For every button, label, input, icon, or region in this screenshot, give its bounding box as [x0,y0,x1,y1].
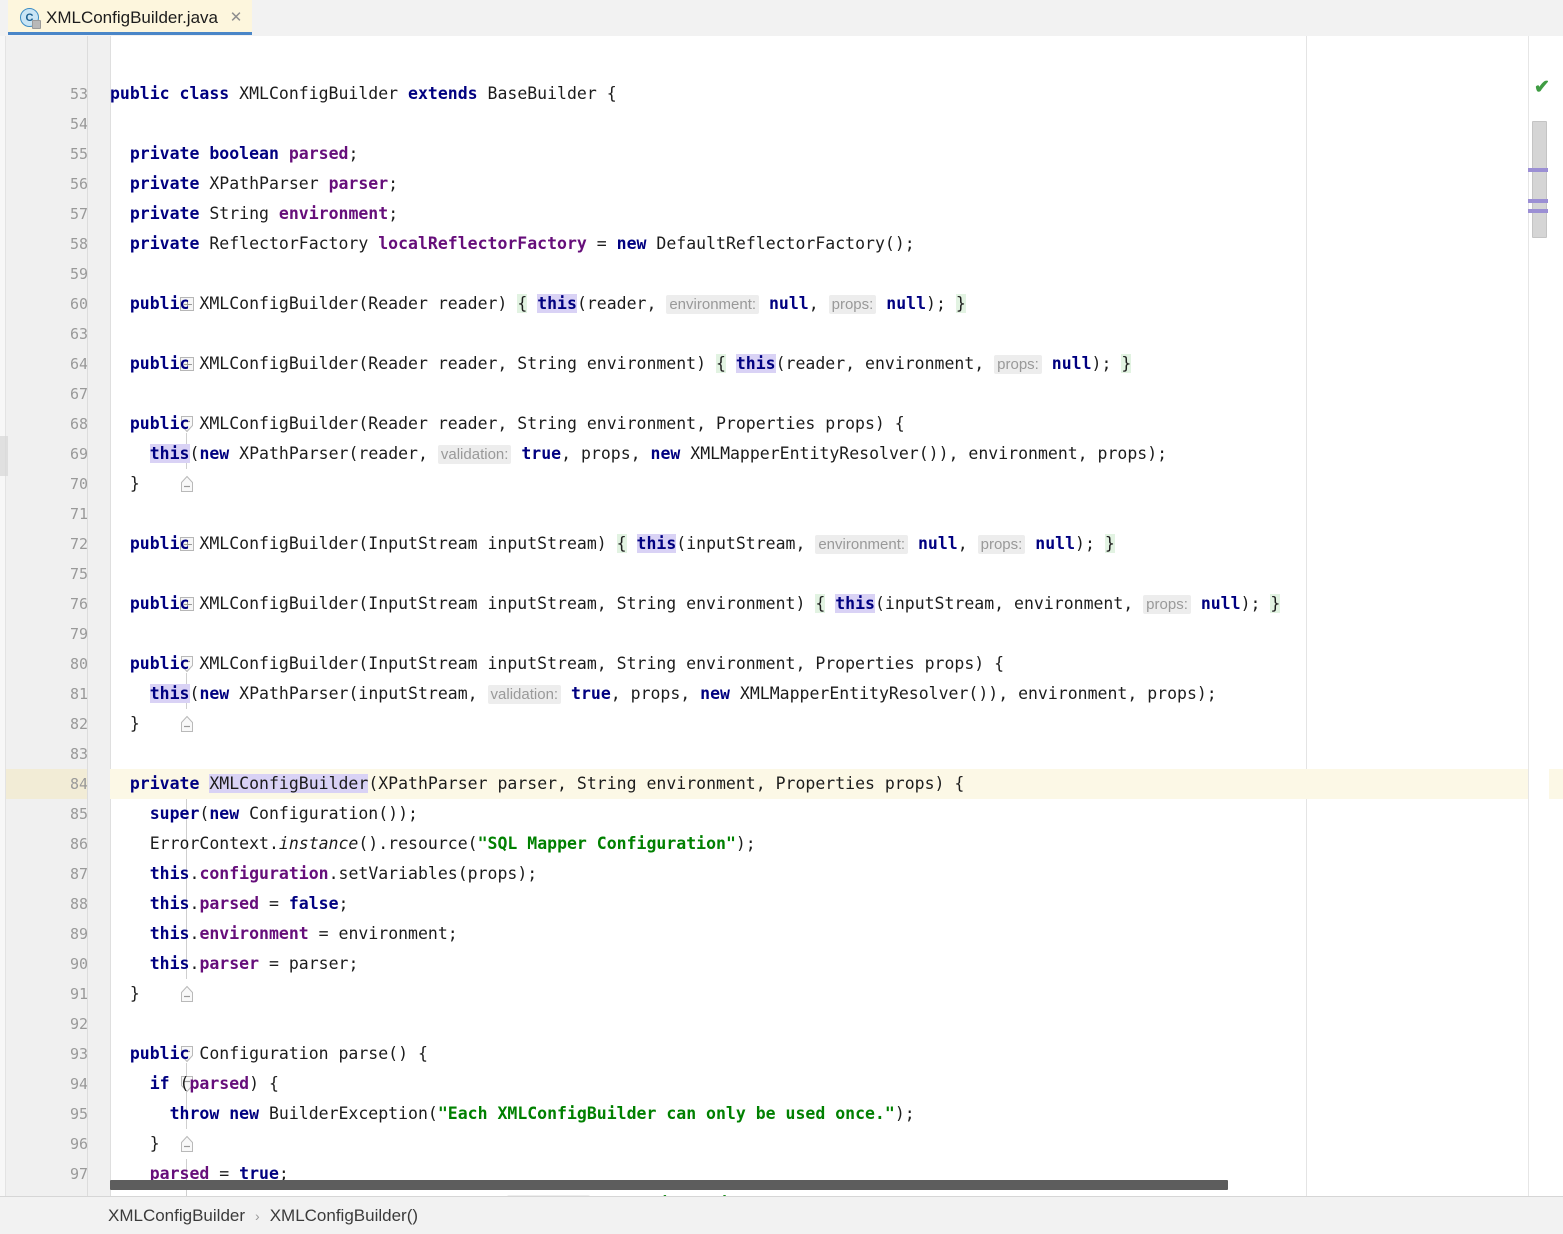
code-line[interactable]: private boolean parsed; [110,139,359,169]
code-line[interactable]: super(new Configuration()); [110,799,418,829]
code-line[interactable]: public XMLConfigBuilder(Reader reader) {… [110,289,966,319]
line-number[interactable]: 81 [8,679,88,709]
fold-region-end-icon[interactable] [179,985,195,1003]
chevron-right-icon: › [255,1207,260,1224]
line-number[interactable]: 59 [8,259,88,289]
code-line[interactable]: throw new BuilderException("Each XMLConf… [110,1099,915,1129]
code-line[interactable]: if (parsed) { [110,1069,279,1099]
line-number[interactable]: 70 [8,469,88,499]
fold-region-end-icon[interactable] [179,1135,195,1153]
line-number[interactable]: 85 [8,799,88,829]
code-line[interactable]: private XMLConfigBuilder(XPathParser par… [110,769,964,799]
error-stripe-marker[interactable] [1528,168,1548,172]
breadcrumb-item-class[interactable]: XMLConfigBuilder [108,1206,245,1226]
code-line[interactable]: this.configuration.setVariables(props); [110,859,537,889]
code-line[interactable]: private XPathParser parser; [110,169,398,199]
code-line[interactable]: } [110,1129,160,1159]
code-line[interactable]: public XMLConfigBuilder(InputStream inpu… [110,589,1281,619]
error-stripe-marker[interactable] [1528,199,1548,203]
line-number[interactable]: 57 [8,199,88,229]
code-line[interactable]: public XMLConfigBuilder(Reader reader, S… [110,349,1132,379]
gutter-left-strip [0,36,6,1196]
fold-marker-column[interactable] [88,36,194,1196]
line-number[interactable]: 64 [8,349,88,379]
code-line[interactable]: public XMLConfigBuilder(Reader reader, S… [110,409,905,439]
fold-region-end-icon[interactable] [179,475,195,493]
horizontal-scrollbar[interactable] [110,1180,1228,1190]
line-number[interactable]: 56 [8,169,88,199]
line-number[interactable]: 84 [8,769,88,799]
line-number[interactable]: 79 [8,619,88,649]
code-line[interactable]: } [110,709,140,739]
code-line[interactable]: this(new XPathParser(reader, validation:… [110,439,1167,469]
code-line[interactable]: public Configuration parse() { [110,1039,428,1069]
code-editor[interactable]: 53 54 55 56 57 58 59 60 63 64 67 68 69 70 71 72 75 76 79 80… [0,36,1563,1196]
code-line[interactable]: public class XMLConfigBuilder extends Ba… [110,79,617,109]
line-number[interactable]: 82 [8,709,88,739]
line-number[interactable]: 95 [8,1099,88,1129]
editor-gutter[interactable]: 53 54 55 56 57 58 59 60 63 64 67 68 69 70 71 72 75 76 79 80… [0,36,88,1196]
code-line[interactable]: public XMLConfigBuilder(InputStream inpu… [110,529,1115,559]
line-number[interactable]: 94 [8,1069,88,1099]
line-number[interactable]: 69 [8,439,88,469]
gutter-divider [87,36,88,1196]
code-line[interactable]: } [110,979,140,1009]
inspection-ok-check-icon[interactable]: ✔ [1534,78,1550,97]
code-line[interactable]: this.environment = environment; [110,919,458,949]
code-line[interactable]: private String environment; [110,199,398,229]
line-number[interactable]: 72 [8,529,88,559]
line-number[interactable]: 97 [8,1159,88,1189]
line-number[interactable]: 88 [8,889,88,919]
code-line[interactable]: this(new XPathParser(inputStream, valida… [110,679,1217,709]
line-number[interactable]: 90 [8,949,88,979]
line-number[interactable]: 54 [8,109,88,139]
right-margin-guide [1306,36,1307,1196]
fold-region-end-icon[interactable] [179,715,195,733]
code-line[interactable]: ErrorContext.instance().resource("SQL Ma… [110,829,756,859]
line-number[interactable]: 98 [8,1189,88,1196]
breadcrumb-item-method[interactable]: XMLConfigBuilder() [270,1206,418,1226]
line-number[interactable]: 83 [8,739,88,769]
line-number[interactable]: 89 [8,919,88,949]
editor-tab-bar: C XMLConfigBuilder.java ✕ [0,0,1563,37]
code-line[interactable]: this.parsed = false; [110,889,349,919]
line-number[interactable]: 86 [8,829,88,859]
line-number[interactable]: 93 [8,1039,88,1069]
changed-lines-marker[interactable] [0,436,8,476]
code-line[interactable]: this.parser = parser; [110,949,359,979]
line-number[interactable]: 60 [8,289,88,319]
code-line[interactable]: private ReflectorFactory localReflectorF… [110,229,915,259]
editor-tab-label: XMLConfigBuilder.java [46,7,218,27]
line-number[interactable]: 67 [8,379,88,409]
code-line[interactable]: } [110,469,140,499]
vertical-scrollbar-thumb[interactable] [1532,121,1547,238]
breadcrumb: XMLConfigBuilder › XMLConfigBuilder() [0,1196,1563,1234]
line-number[interactable]: 76 [8,589,88,619]
line-number[interactable]: 68 [8,409,88,439]
line-number[interactable]: 87 [8,859,88,889]
line-number[interactable]: 96 [8,1129,88,1159]
line-number[interactable]: 58 [8,229,88,259]
line-number[interactable]: 53 [8,79,88,109]
code-line[interactable]: public XMLConfigBuilder(InputStream inpu… [110,649,1004,679]
line-number[interactable]: 80 [8,649,88,679]
editor-tab-xmlconfigbuilder[interactable]: C XMLConfigBuilder.java ✕ [8,0,252,35]
line-number[interactable]: 75 [8,559,88,589]
line-number[interactable]: 63 [8,319,88,349]
line-number[interactable]: 92 [8,1009,88,1039]
line-number[interactable]: 71 [8,499,88,529]
code-line[interactable]: parseConfiguration(parser.evalNode( expr… [110,1189,789,1196]
java-class-icon: C [20,8,41,29]
close-icon[interactable]: ✕ [228,10,244,26]
error-stripe-marker[interactable] [1528,209,1548,213]
line-number[interactable]: 91 [8,979,88,1009]
line-number[interactable]: 55 [8,139,88,169]
